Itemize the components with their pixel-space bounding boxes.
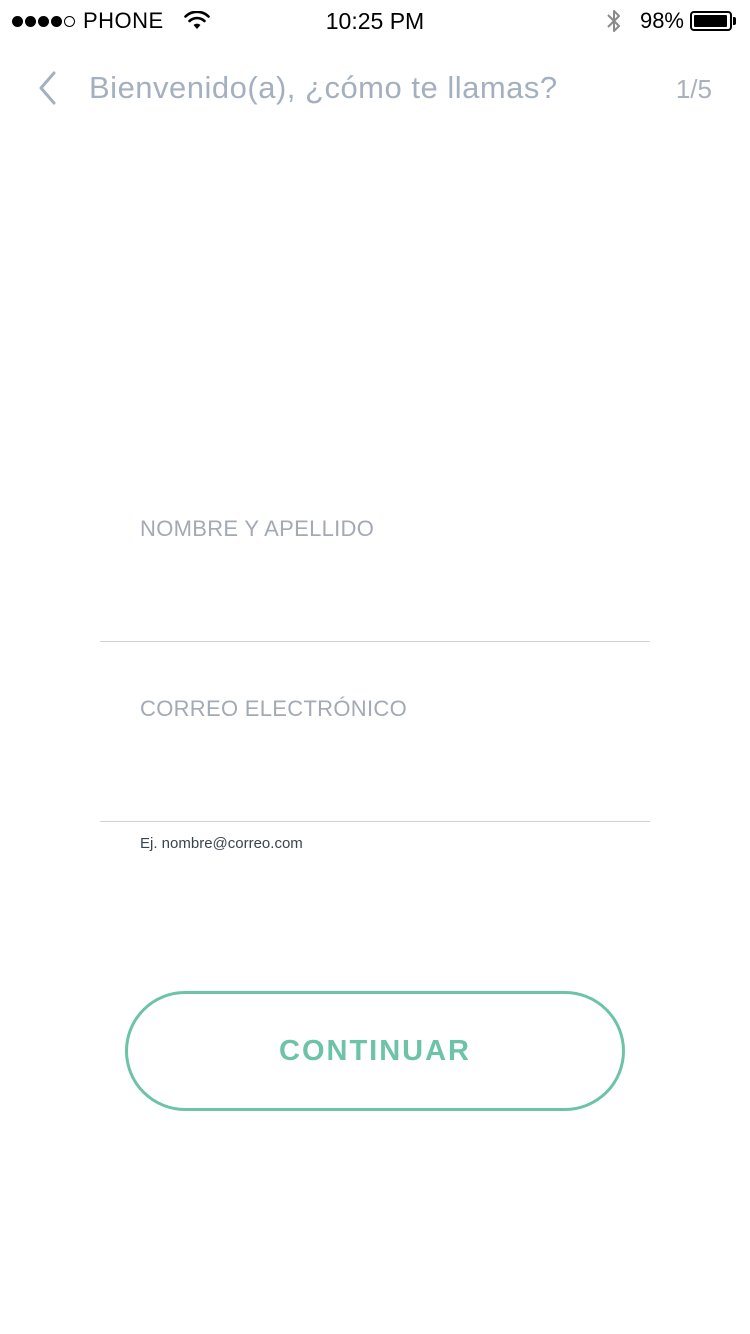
- status-bar: PHONE 10:25 PM 98%: [0, 0, 750, 42]
- name-input[interactable]: [140, 589, 640, 633]
- battery-body: [690, 11, 732, 31]
- continue-button-label: CONTINUAR: [279, 1034, 471, 1067]
- name-field-label: NOMBRE Y APELLIDO: [140, 516, 375, 541]
- email-field[interactable]: CORREO ELECTRÓNICO: [100, 680, 650, 822]
- email-field-label: CORREO ELECTRÓNICO: [140, 696, 407, 721]
- bluetooth-icon: [607, 10, 620, 32]
- battery-icon: [690, 11, 738, 31]
- email-hint: Ej. nombre@correo.com: [140, 835, 303, 852]
- chevron-left-icon: [39, 71, 56, 105]
- battery-fill: [694, 15, 728, 27]
- email-input[interactable]: [140, 769, 640, 813]
- status-right: 98%: [604, 8, 738, 34]
- back-button[interactable]: [34, 68, 64, 108]
- battery-tip: [733, 17, 736, 25]
- battery-percent: 98%: [639, 8, 684, 33]
- nav-header: Bienvenido(a), ¿cómo te llamas? 1/5: [0, 60, 750, 116]
- name-field[interactable]: NOMBRE Y APELLIDO: [100, 500, 650, 642]
- step-indicator: 1/5: [675, 74, 712, 104]
- continue-button[interactable]: CONTINUAR: [125, 991, 625, 1111]
- page-title: Bienvenido(a), ¿cómo te llamas?: [89, 70, 558, 105]
